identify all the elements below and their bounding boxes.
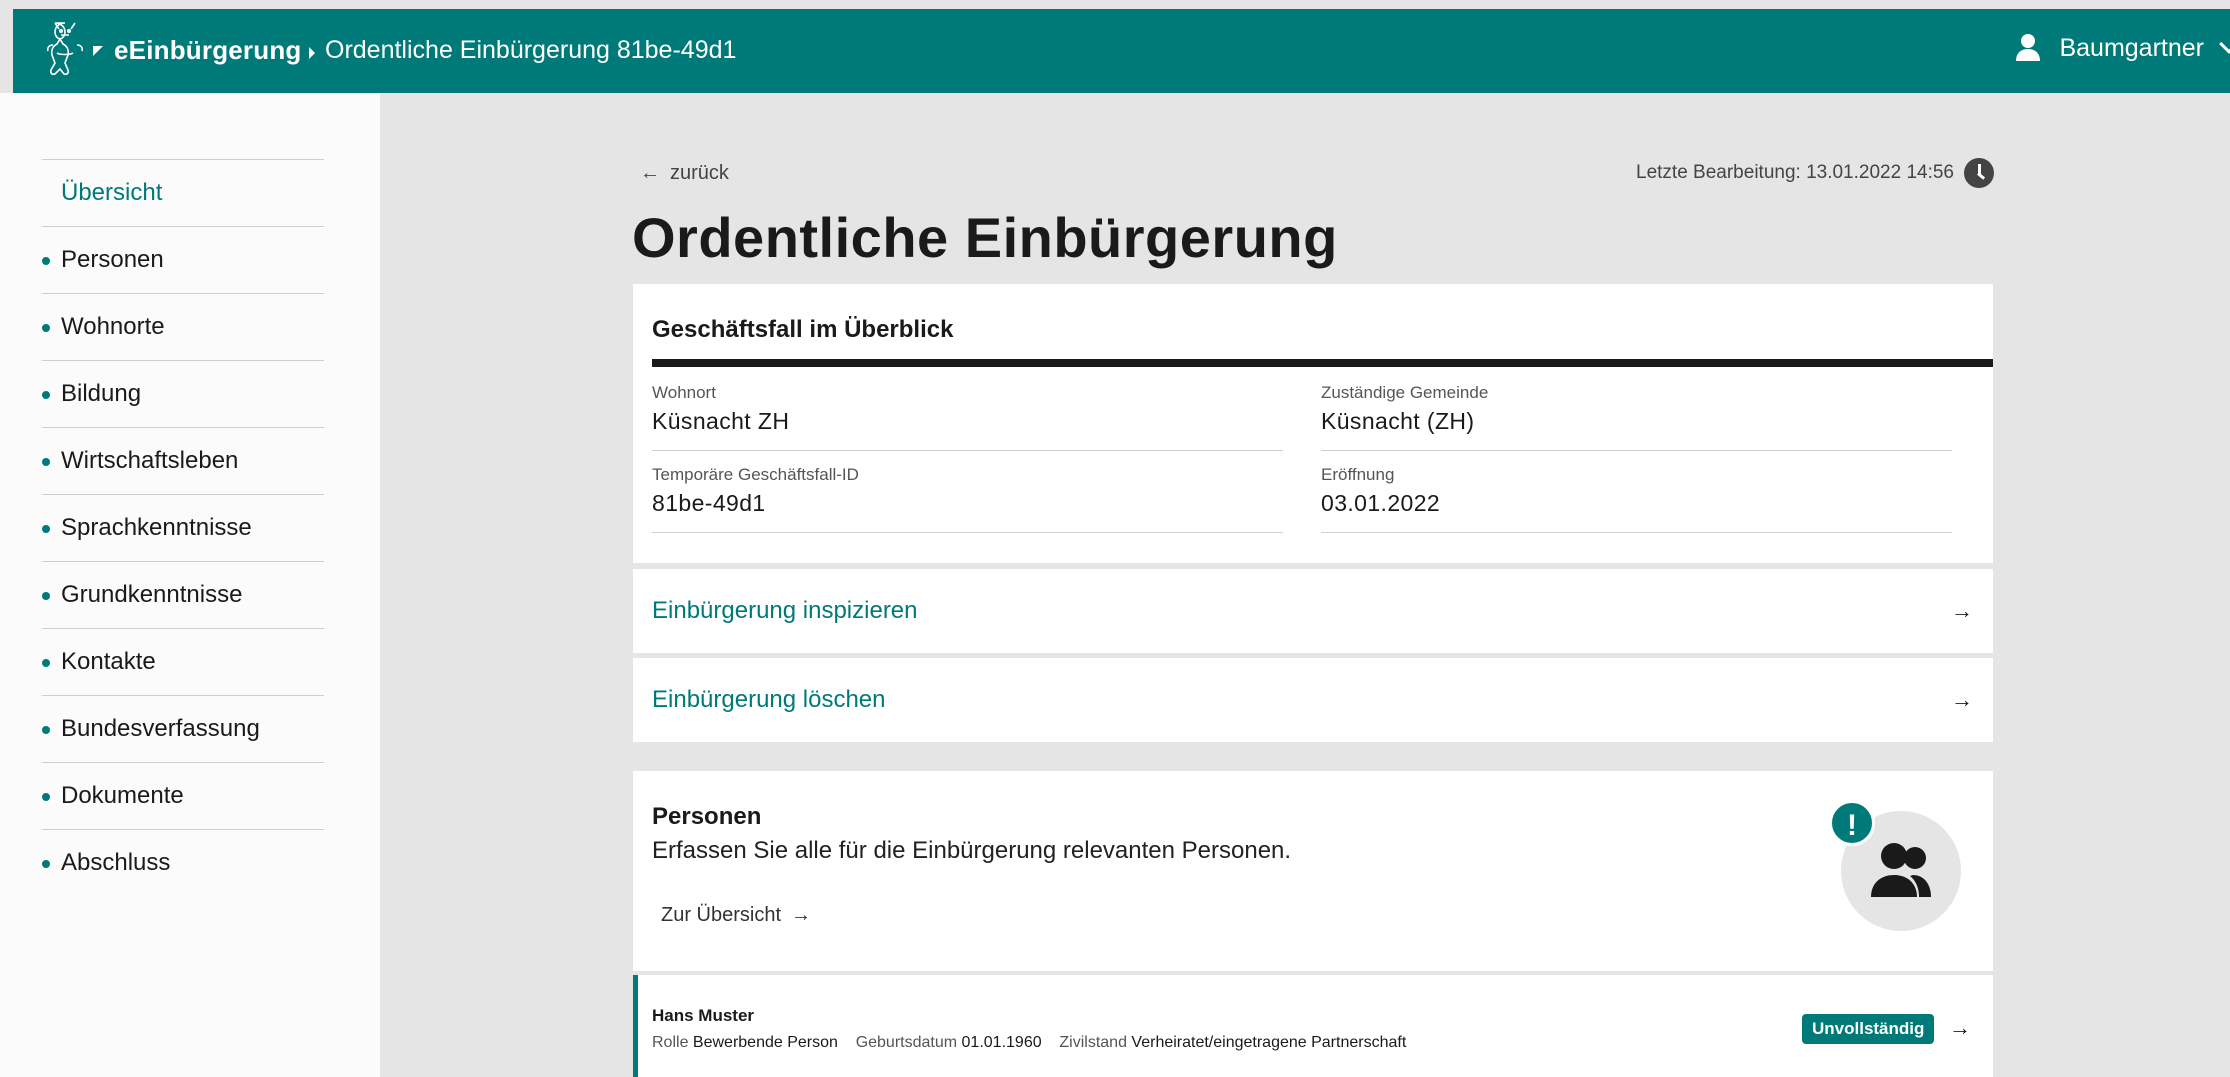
sidebar: Übersicht Personen Wohnorte Bildung Wirt… — [0, 93, 380, 1077]
sidebar-item-grundkenntnisse[interactable]: Grundkenntnisse — [42, 561, 324, 628]
delete-link-row[interactable]: Einbürgerung löschen → — [633, 658, 1993, 742]
breadcrumb-current: Ordentliche Einbürgerung 81be-49d1 — [325, 36, 737, 64]
sidebar-item-kontakte[interactable]: Kontakte — [42, 628, 324, 695]
field-wohnort: Wohnort Küsnacht ZH — [652, 383, 1283, 451]
logo-marker-icon — [93, 46, 103, 56]
person-meta: Rolle Bewerbende Person Geburtsdatum 01.… — [652, 1034, 1406, 1052]
sidebar-item-label: Abschluss — [61, 849, 171, 876]
sidebar-item-label: Bildung — [61, 380, 142, 407]
status-dot-icon — [42, 257, 50, 265]
overview-heading: Geschäftsfall im Überblick — [652, 316, 954, 343]
sidebar-nav: Übersicht Personen Wohnorte Bildung Wirt… — [42, 159, 324, 896]
sidebar-item-personen[interactable]: Personen — [42, 226, 324, 293]
arrow-right-icon: → — [1951, 598, 1973, 623]
warning-badge-icon: ! — [1829, 800, 1875, 846]
status-dot-icon — [42, 458, 50, 466]
persons-description: Erfassen Sie alle für die Einbürgerung r… — [652, 837, 1292, 864]
overview-link-label: Zur Übersicht — [661, 904, 782, 926]
sidebar-item-uebersicht[interactable]: Übersicht — [42, 159, 324, 226]
civil-label: Zivilstand — [1059, 1034, 1127, 1051]
sidebar-item-bundesverfassung[interactable]: Bundesverfassung — [42, 695, 324, 762]
last-edit-text: Letzte Bearbeitung: 13.01.2022 14:56 — [1636, 162, 1954, 183]
page-title: Ordentliche Einbürgerung — [632, 206, 1338, 269]
field-label: Zuständige Gemeinde — [1321, 383, 1489, 402]
status-dot-icon — [42, 726, 50, 734]
birth-value: 01.01.1960 — [961, 1034, 1042, 1051]
person-row[interactable]: Hans Muster Rolle Bewerbende Person Gebu… — [633, 975, 1993, 1077]
person-name: Hans Muster — [652, 1006, 755, 1025]
status-dot-icon — [42, 793, 50, 801]
last-edit-info: Letzte Bearbeitung: 13.01.2022 14:56 — [1636, 158, 1994, 188]
delete-link[interactable]: Einbürgerung löschen — [652, 686, 886, 714]
user-name: Baumgartner — [2059, 33, 2204, 62]
field-value: Küsnacht (ZH) — [1321, 408, 1475, 434]
field-eroeffnung: Eröffnung 03.01.2022 — [1321, 465, 1952, 533]
sidebar-item-label: Dokumente — [61, 782, 184, 809]
arrow-left-icon: ← — [640, 162, 660, 184]
status-dot-icon — [42, 860, 50, 868]
field-label: Wohnort — [652, 383, 716, 402]
sidebar-item-label: Bundesverfassung — [61, 715, 260, 742]
civil-value: Verheiratet/eingetragene Partnerschaft — [1131, 1034, 1407, 1051]
sidebar-item-label: Kontakte — [61, 648, 156, 675]
status-badge: Unvollständig — [1802, 1014, 1935, 1044]
role-value: Bewerbende Person — [692, 1034, 838, 1051]
sidebar-item-sprachkenntnisse[interactable]: Sprachkenntnisse — [42, 494, 324, 561]
field-label: Temporäre Geschäftsfall-ID — [652, 465, 859, 484]
inspect-link-row[interactable]: Einbürgerung inspizieren → — [633, 569, 1993, 653]
user-icon — [2016, 34, 2041, 61]
inspect-link[interactable]: Einbürgerung inspizieren — [652, 597, 918, 625]
lion-logo-icon[interactable] — [43, 17, 87, 83]
status-dot-icon — [42, 525, 50, 533]
sidebar-item-label: Grundkenntnisse — [61, 581, 243, 608]
overview-card: Geschäftsfall im Überblick Wohnort Küsna… — [633, 284, 1993, 563]
sidebar-item-label: Sprachkenntnisse — [61, 514, 252, 541]
sidebar-item-label: Wohnorte — [61, 313, 165, 340]
sidebar-item-abschluss[interactable]: Abschluss — [42, 829, 324, 896]
clock-icon — [1964, 158, 1994, 188]
sidebar-item-wohnorte[interactable]: Wohnorte — [42, 293, 324, 360]
sidebar-item-wirtschaftsleben[interactable]: Wirtschaftsleben — [42, 427, 324, 494]
sidebar-item-label: Personen — [61, 246, 164, 273]
sidebar-item-label: Übersicht — [61, 179, 163, 206]
field-value: Küsnacht ZH — [652, 408, 790, 434]
user-menu[interactable]: Baumgartner — [2015, 33, 2230, 63]
chevron-down-icon — [2219, 34, 2230, 54]
field-geschaeftsfall-id: Temporäre Geschäftsfall-ID 81be-49d1 — [652, 465, 1283, 533]
sidebar-item-label: Wirtschaftsleben — [61, 447, 239, 474]
field-value: 81be-49d1 — [652, 490, 766, 516]
status-dot-icon — [42, 391, 50, 399]
persons-heading: Personen — [652, 803, 762, 830]
status-dot-icon — [42, 659, 50, 667]
sidebar-item-dokumente[interactable]: Dokumente — [42, 762, 324, 829]
top-bar: eEinbürgerung Ordentliche Einbürgerung 8… — [13, 9, 2230, 93]
arrow-right-icon: → — [791, 904, 812, 926]
field-value: 03.01.2022 — [1321, 490, 1441, 516]
heading-rule — [652, 359, 1993, 367]
back-label: zurück — [670, 162, 729, 184]
birth-label: Geburtsdatum — [855, 1034, 958, 1051]
sidebar-item-bildung[interactable]: Bildung — [42, 360, 324, 427]
breadcrumb-separator-icon — [309, 47, 315, 59]
arrow-right-icon: → — [1951, 687, 1973, 712]
status-dot-icon — [42, 324, 50, 332]
field-label: Eröffnung — [1321, 465, 1395, 484]
app-brand[interactable]: eEinbürgerung — [114, 35, 302, 66]
persons-overview-link[interactable]: Zur Übersicht → — [661, 904, 811, 927]
back-link[interactable]: ← zurück — [640, 162, 729, 185]
role-label: Rolle — [652, 1034, 689, 1051]
persons-card: Personen Erfassen Sie alle für die Einbü… — [633, 771, 1993, 971]
status-dot-icon — [42, 592, 50, 600]
arrow-right-icon: → — [1949, 1015, 1971, 1040]
field-zustaendige-gemeinde: Zuständige Gemeinde Küsnacht (ZH) — [1321, 383, 1952, 451]
